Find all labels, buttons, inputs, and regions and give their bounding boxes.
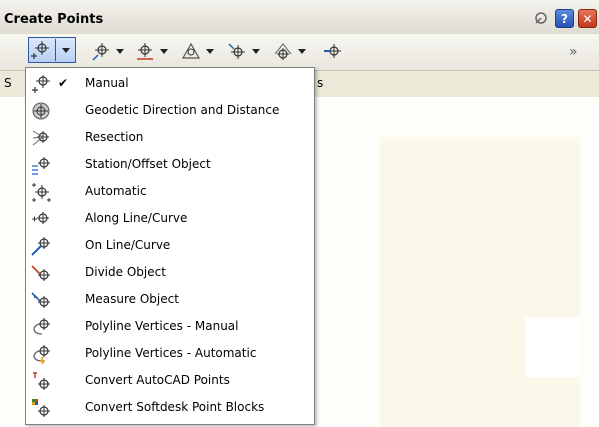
point-manual-icon [32,75,50,93]
chevron-down-icon[interactable] [252,48,260,54]
point-slope-icon [324,44,341,58]
strip-left-text: S [4,76,12,90]
geodetic-icon [32,102,50,120]
tool-slope[interactable] [322,37,344,65]
menu-item-label: On Line/Curve [85,238,171,252]
measure-object-icon [31,292,50,308]
menu-item-polyline-automatic[interactable]: Polyline Vertices - Automatic [26,340,314,367]
menu-item-measure-object[interactable]: Measure Object [26,286,314,313]
help-button[interactable]: ? [555,9,574,28]
menu-item-label: Resection [85,130,144,144]
chevron-down-icon[interactable] [160,48,168,54]
chevron-down-icon[interactable] [62,47,70,53]
close-button[interactable]: ✕ [578,9,597,28]
convert-autocad-icon [33,372,50,390]
menu-item-automatic[interactable]: Automatic [26,178,314,205]
menu-item-label: Along Line/Curve [85,211,188,225]
menu-item-label: Measure Object [85,292,179,306]
menu-item-label: Polyline Vertices - Manual [85,319,239,333]
menu-item-resection[interactable]: Resection [26,124,314,151]
polyline-manual-icon [33,318,50,335]
background-region [525,317,580,377]
chevron-down-icon[interactable] [206,48,214,54]
menu-item-divide-object[interactable]: Divide Object [26,259,314,286]
tool-along-line[interactable] [90,37,124,65]
point-intersection-icon [137,43,153,60]
station-offset-icon [32,157,50,175]
menu-item-on-line-curve[interactable]: On Line/Curve [26,232,314,259]
menu-item-station-offset[interactable]: Station/Offset Object [26,151,314,178]
polyline-automatic-icon [33,345,50,365]
menu-item-manual[interactable]: ✔ Manual [26,70,314,97]
expand-toolbar-icon[interactable]: » [569,44,578,60]
point-creation-dropdown[interactable] [28,37,76,63]
window-title: Create Points [4,12,104,27]
menu-item-convert-softdesk[interactable]: Convert Softdesk Point Blocks [26,394,314,421]
toolbar: » [0,34,599,71]
tool-surface[interactable] [226,37,260,65]
automatic-icon [32,183,51,202]
convert-softdesk-icon [32,399,50,417]
background-region [380,137,580,427]
menu-item-label: Divide Object [85,265,166,279]
pin-icon[interactable] [531,9,551,26]
point-creation-menu: ✔ Manual Geodetic Direction and Distance… [25,67,315,425]
point-surface-icon [228,43,245,59]
point-manual-icon [31,41,49,59]
menu-item-along-line-curve[interactable]: Along Line/Curve [26,205,314,232]
menu-item-geodetic[interactable]: Geodetic Direction and Distance [26,97,314,124]
tool-intersection[interactable] [134,37,168,65]
point-interpolate-icon [274,43,292,60]
point-alignment-icon [181,42,201,59]
menu-item-label: Station/Offset Object [85,157,211,171]
strip-right-text: s [317,76,324,90]
tool-interpolate[interactable] [272,37,306,65]
divide-object-icon [31,265,50,281]
menu-item-label: Automatic [85,184,147,198]
menu-item-label: Convert AutoCAD Points [85,373,230,387]
on-line-curve-icon [31,237,50,256]
resection-icon [32,130,49,146]
menu-item-label: Geodetic Direction and Distance [85,103,280,117]
along-line-curve-icon [32,212,49,224]
menu-item-convert-autocad[interactable]: Convert AutoCAD Points [26,367,314,394]
menu-item-label: Convert Softdesk Point Blocks [85,400,265,414]
tool-alignment[interactable] [180,37,214,65]
title-bar: Create Points ? ✕ [0,0,599,35]
chevron-down-icon[interactable] [298,48,306,54]
menu-item-label: Manual [85,76,129,90]
chevron-down-icon[interactable] [116,48,124,54]
check-icon: ✔ [58,76,69,90]
point-along-line-icon [92,43,109,61]
menu-item-label: Polyline Vertices - Automatic [85,346,257,360]
menu-item-polyline-manual[interactable]: Polyline Vertices - Manual [26,313,314,340]
